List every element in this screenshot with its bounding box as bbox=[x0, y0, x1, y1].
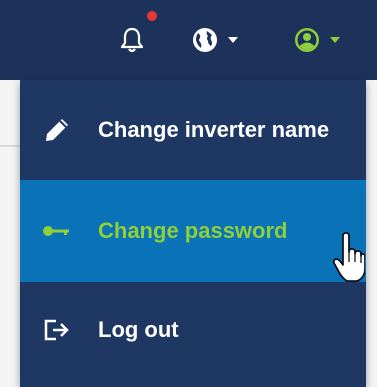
chevron-down-icon bbox=[330, 37, 340, 43]
top-navbar bbox=[0, 0, 377, 80]
notification-badge bbox=[147, 11, 157, 21]
notifications-button[interactable] bbox=[120, 22, 144, 58]
user-menu-button[interactable] bbox=[294, 22, 340, 58]
menu-item-change-inverter-name[interactable]: Change inverter name bbox=[20, 100, 366, 160]
logout-icon bbox=[42, 315, 78, 345]
globe-icon bbox=[193, 28, 217, 52]
divider bbox=[0, 145, 20, 147]
bell-icon bbox=[120, 27, 144, 53]
key-icon bbox=[42, 216, 78, 246]
menu-item-change-password[interactable]: Change password bbox=[20, 180, 366, 282]
user-dropdown-menu: Change inverter name Change password Log… bbox=[20, 80, 366, 387]
menu-item-label: Log out bbox=[98, 317, 179, 342]
menu-item-log-out[interactable]: Log out bbox=[20, 300, 366, 360]
menu-item-label: Change inverter name bbox=[98, 117, 330, 142]
language-menu-button[interactable] bbox=[192, 22, 238, 58]
chevron-down-icon bbox=[228, 37, 238, 43]
pencil-icon bbox=[42, 115, 78, 145]
user-circle-icon bbox=[295, 28, 319, 52]
menu-item-label: Change password bbox=[98, 218, 288, 243]
